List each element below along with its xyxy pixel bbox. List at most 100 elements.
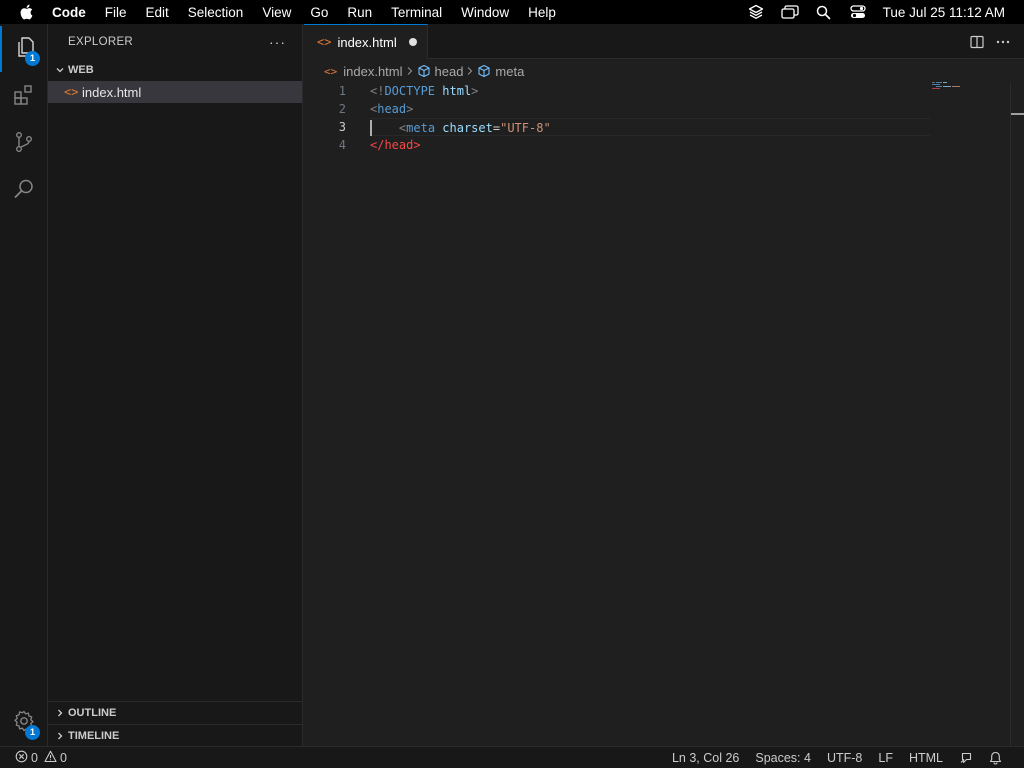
macos-menu-bar: Code File Edit Selection View Go Run Ter… xyxy=(0,0,1024,24)
explorer-activity-button[interactable]: 1 xyxy=(0,26,48,72)
line-number: 4 xyxy=(338,138,346,152)
spotlight-search-icon[interactable] xyxy=(807,5,841,20)
chevron-right-icon xyxy=(52,708,68,718)
extensions-icon xyxy=(12,83,36,112)
menu-view[interactable]: View xyxy=(253,5,301,20)
explorer-sidebar: EXPLORER ··· WEB <> index.html OUTLINE T… xyxy=(48,24,303,746)
source-control-icon xyxy=(12,130,36,159)
chevron-down-icon xyxy=(52,65,68,75)
text-cursor xyxy=(370,120,372,136)
file-name: index.html xyxy=(82,84,142,100)
code-token: head xyxy=(377,102,407,116)
chevron-right-icon xyxy=(406,64,414,79)
scrollbar-cursor-marker xyxy=(1011,113,1024,115)
code-token: DOCTYPE xyxy=(384,84,436,98)
breadcrumb-file[interactable]: index.html xyxy=(343,64,402,79)
eol-status[interactable]: LF xyxy=(870,751,901,765)
unsaved-dot-icon[interactable] xyxy=(409,38,417,46)
line-number: 3 xyxy=(338,120,346,134)
code-editor[interactable]: 1 2 3 4 <!DOCTYPE html> <head> <meta char… xyxy=(304,82,1024,746)
code-token: charset xyxy=(442,121,493,135)
chevron-right-icon xyxy=(52,731,68,741)
explorer-badge: 1 xyxy=(25,51,40,66)
html-file-icon: <> xyxy=(64,85,79,99)
menu-clock[interactable]: Tue Jul 25 11:12 AM xyxy=(875,5,1024,20)
html-file-icon: <> xyxy=(324,64,338,78)
notifications-bell-icon[interactable] xyxy=(981,751,1010,765)
html-file-icon: <> xyxy=(317,35,332,49)
minimap[interactable] xyxy=(932,82,1012,112)
symbol-element-icon xyxy=(477,64,491,78)
code-token: </head> xyxy=(370,138,421,152)
cursor-position[interactable]: Ln 3, Col 26 xyxy=(664,751,747,765)
menu-app-name[interactable]: Code xyxy=(52,5,95,20)
warning-count: 0 xyxy=(59,750,67,765)
code-lines[interactable]: <!DOCTYPE html> <head> <meta charset="UTF… xyxy=(370,82,930,154)
status-bar: 0 0 Ln 3, Col 26 Spaces: 4 UTF-8 LF HTML xyxy=(0,746,1024,768)
code-line[interactable]: <head> xyxy=(370,100,930,118)
error-count: 0 xyxy=(31,750,38,765)
timeline-section[interactable]: TIMELINE xyxy=(48,724,302,746)
code-line[interactable]: <meta charset="UTF-8" xyxy=(370,118,930,136)
editor-scrollbar[interactable] xyxy=(1010,82,1024,746)
menu-help[interactable]: Help xyxy=(519,5,566,20)
line-number-gutter: 1 2 3 4 xyxy=(304,82,360,154)
folder-name: WEB xyxy=(68,64,94,76)
chevron-right-icon xyxy=(466,64,474,79)
control-center-icon[interactable] xyxy=(841,5,875,19)
warning-icon xyxy=(44,750,57,766)
menu-file[interactable]: File xyxy=(95,5,136,20)
more-actions-icon[interactable] xyxy=(990,40,1016,44)
folder-section-web[interactable]: WEB xyxy=(48,59,302,81)
apple-menu-icon[interactable] xyxy=(0,4,52,20)
manage-activity-button[interactable]: 1 xyxy=(0,700,48,746)
source-control-activity-button[interactable] xyxy=(0,121,48,167)
line-number: 1 xyxy=(338,84,346,98)
tab-index-html[interactable]: <> index.html xyxy=(304,24,428,59)
code-token: = xyxy=(492,121,501,135)
tab-label: index.html xyxy=(337,34,397,50)
code-token: > xyxy=(471,84,479,98)
menu-terminal[interactable]: Terminal xyxy=(382,5,452,20)
symbol-element-icon xyxy=(417,64,431,78)
settings-badge: 1 xyxy=(25,725,40,740)
screen-mirroring-icon[interactable] xyxy=(773,5,807,19)
code-token: html xyxy=(442,84,472,98)
extensions-activity-button[interactable] xyxy=(0,74,48,120)
code-line[interactable]: </head> xyxy=(370,136,930,154)
menu-window[interactable]: Window xyxy=(452,5,519,20)
menu-go[interactable]: Go xyxy=(301,5,338,20)
split-editor-icon[interactable] xyxy=(964,35,990,49)
problems-status[interactable]: 0 0 xyxy=(15,750,75,766)
feedback-icon[interactable] xyxy=(951,751,981,765)
code-token: "UTF-8" xyxy=(500,121,551,135)
sidebar-bottom-sections: OUTLINE TIMELINE xyxy=(48,701,302,746)
explorer-header: EXPLORER ··· xyxy=(48,24,302,59)
code-line[interactable]: <!DOCTYPE html> xyxy=(370,82,930,100)
encoding-status[interactable]: UTF-8 xyxy=(819,751,870,765)
error-icon xyxy=(15,750,28,766)
code-token: > xyxy=(406,102,414,116)
menu-run[interactable]: Run xyxy=(338,5,382,20)
code-token: meta xyxy=(406,121,436,135)
outline-section[interactable]: OUTLINE xyxy=(48,702,302,724)
menu-edit[interactable]: Edit xyxy=(136,5,178,20)
breadcrumb-head[interactable]: head xyxy=(435,64,464,79)
activity-bar: 1 1 xyxy=(0,24,48,746)
editor-actions xyxy=(964,24,1024,59)
more-actions-icon[interactable]: ··· xyxy=(269,34,286,50)
outline-title: OUTLINE xyxy=(68,707,117,719)
code-token: <! xyxy=(370,84,385,98)
indentation-status[interactable]: Spaces: 4 xyxy=(747,751,819,765)
file-item-index-html[interactable]: <> index.html xyxy=(48,81,302,103)
search-activity-button[interactable] xyxy=(0,168,48,214)
menu-selection[interactable]: Selection xyxy=(178,5,253,20)
breadcrumb-meta[interactable]: meta xyxy=(495,64,524,79)
line-number: 2 xyxy=(338,102,346,116)
search-icon xyxy=(12,177,36,206)
explorer-title: EXPLORER xyxy=(68,35,134,48)
layers-icon[interactable] xyxy=(739,4,773,20)
editor-tab-bar: <> index.html xyxy=(304,24,1024,59)
language-mode[interactable]: HTML xyxy=(901,751,951,765)
